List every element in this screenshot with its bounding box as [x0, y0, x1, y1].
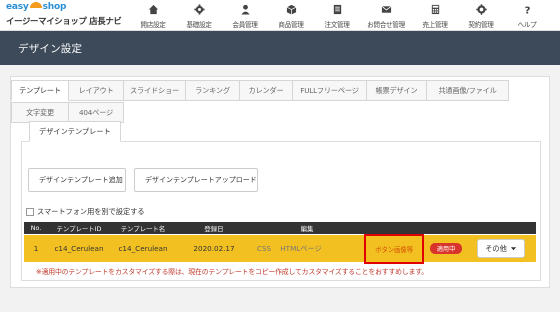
nav-label: 開店設定	[140, 21, 166, 29]
document-icon	[333, 4, 341, 15]
tab-row-1: テンプレート レイアウト スライドショー ランキング カレンダー FULLフリー…	[11, 80, 509, 101]
question-icon: ?	[524, 6, 530, 15]
tab-free-page[interactable]: FULLフリーページ	[293, 80, 367, 101]
upload-template-button[interactable]: デザインテンプレートアップロード	[134, 168, 258, 192]
nav-item-inquiries[interactable]: お問合せ管理	[360, 0, 412, 31]
nav-label: お問合せ管理	[367, 21, 405, 29]
add-template-button[interactable]: デザインテンプレート追加	[28, 168, 126, 192]
tab-form-design[interactable]: 帳票デザイン	[367, 80, 427, 101]
row-registered-date: 2020.02.17	[193, 244, 235, 253]
mail-icon	[381, 5, 391, 13]
nav-item-help[interactable]: ? ヘルプ	[504, 0, 550, 31]
smartphone-separate-label: スマートフォン用を別で設定する	[37, 207, 145, 216]
logo-brand-easy: easy	[6, 2, 29, 12]
tab-design-template[interactable]: デザインテンプレート	[29, 121, 121, 142]
nav-label: 売上管理	[422, 21, 448, 29]
tab-text-change[interactable]: 文字変更	[11, 102, 69, 123]
status-badge: 適用中	[430, 243, 462, 254]
page-title-bar: デザイン設定	[0, 31, 560, 65]
upload-template-label: デザインテンプレートアップロード	[145, 176, 257, 184]
customize-note: ※適用中のテンプレートをカスタマイズする際は、現在のテンプレートをコピー作成して…	[36, 268, 428, 276]
top-bar: easy shop イージーマイショップ 店長ナビ 開店設定 基礎設定 会員管理 …	[0, 0, 560, 31]
edit-button-image-link[interactable]: ボタン画像等	[364, 234, 424, 264]
tab-row-2: 文字変更 404ページ	[11, 102, 124, 123]
home-icon	[148, 4, 158, 15]
col-registered-date: 登録日	[204, 224, 224, 233]
tab-template[interactable]: テンプレート	[11, 80, 69, 101]
tab-layout[interactable]: レイアウト	[69, 80, 124, 101]
logo-brand: easy shop	[6, 2, 66, 12]
logo-swoosh-icon	[29, 2, 42, 8]
tab-404-page[interactable]: 404ページ	[69, 102, 124, 123]
edit-html-link[interactable]: HTMLページ	[276, 244, 326, 254]
col-no: No.	[30, 224, 42, 232]
nav-item-shop-open[interactable]: 開店設定	[130, 0, 176, 31]
main-nav: 開店設定 基礎設定 会員管理 商品管理 注文管理 お問合せ管理 売上管理 契約管…	[130, 0, 550, 31]
tab-shared-files[interactable]: 共通画像/ファイル	[427, 80, 509, 101]
logo[interactable]: easy shop イージーマイショップ 店長ナビ	[6, 2, 146, 29]
tab-calendar[interactable]: カレンダー	[240, 80, 293, 101]
nav-item-products[interactable]: 商品管理	[268, 0, 314, 31]
nav-item-sales[interactable]: 売上管理	[412, 0, 458, 31]
col-edit: 編集	[300, 224, 314, 233]
svg-text:?: ?	[524, 6, 530, 15]
nav-item-orders[interactable]: 注文管理	[314, 0, 360, 31]
tab-slideshow[interactable]: スライドショー	[124, 80, 186, 101]
col-template-id: テンプレートID	[56, 224, 102, 233]
nav-label: 商品管理	[278, 21, 304, 29]
gear-icon	[193, 4, 205, 15]
nav-label: 契約管理	[468, 21, 494, 29]
col-template-name: テンプレート名	[120, 224, 166, 233]
row-template-name: c14_Cerulean	[118, 244, 168, 253]
other-dropdown-button[interactable]: その他	[477, 239, 525, 258]
logo-brand-shop: shop	[42, 2, 67, 12]
template-table-header: No. テンプレートID テンプレート名 登録日 編集	[24, 222, 536, 234]
nav-item-members[interactable]: 会員管理	[222, 0, 268, 31]
other-label: その他	[485, 243, 507, 253]
tab-ranking[interactable]: ランキング	[186, 80, 240, 101]
nav-label: 注文管理	[324, 21, 350, 29]
nav-item-basic-settings[interactable]: 基礎設定	[176, 0, 222, 31]
button-image-label: ボタン画像等	[375, 246, 413, 254]
box-icon	[286, 4, 296, 15]
nav-label: 基礎設定	[186, 21, 212, 29]
smartphone-separate-setting: スマートフォン用を別で設定する	[26, 206, 145, 218]
nav-label: ヘルプ	[517, 21, 537, 29]
calculator-icon	[431, 4, 439, 15]
caret-down-icon	[510, 247, 516, 251]
user-icon	[240, 4, 250, 15]
settings-icon	[475, 4, 487, 15]
nav-label: 会員管理	[232, 21, 258, 29]
edit-css-link[interactable]: CSS	[252, 244, 276, 253]
nav-item-contract[interactable]: 契約管理	[458, 0, 504, 31]
logo-subtitle: イージーマイショップ 店長ナビ	[6, 16, 122, 26]
add-template-label: デザインテンプレート追加	[39, 176, 123, 184]
row-no: 1	[33, 244, 39, 253]
row-template-id: c14_Cerulean	[54, 244, 104, 253]
page-title: デザイン設定	[18, 43, 83, 55]
smartphone-separate-checkbox[interactable]	[26, 208, 34, 216]
